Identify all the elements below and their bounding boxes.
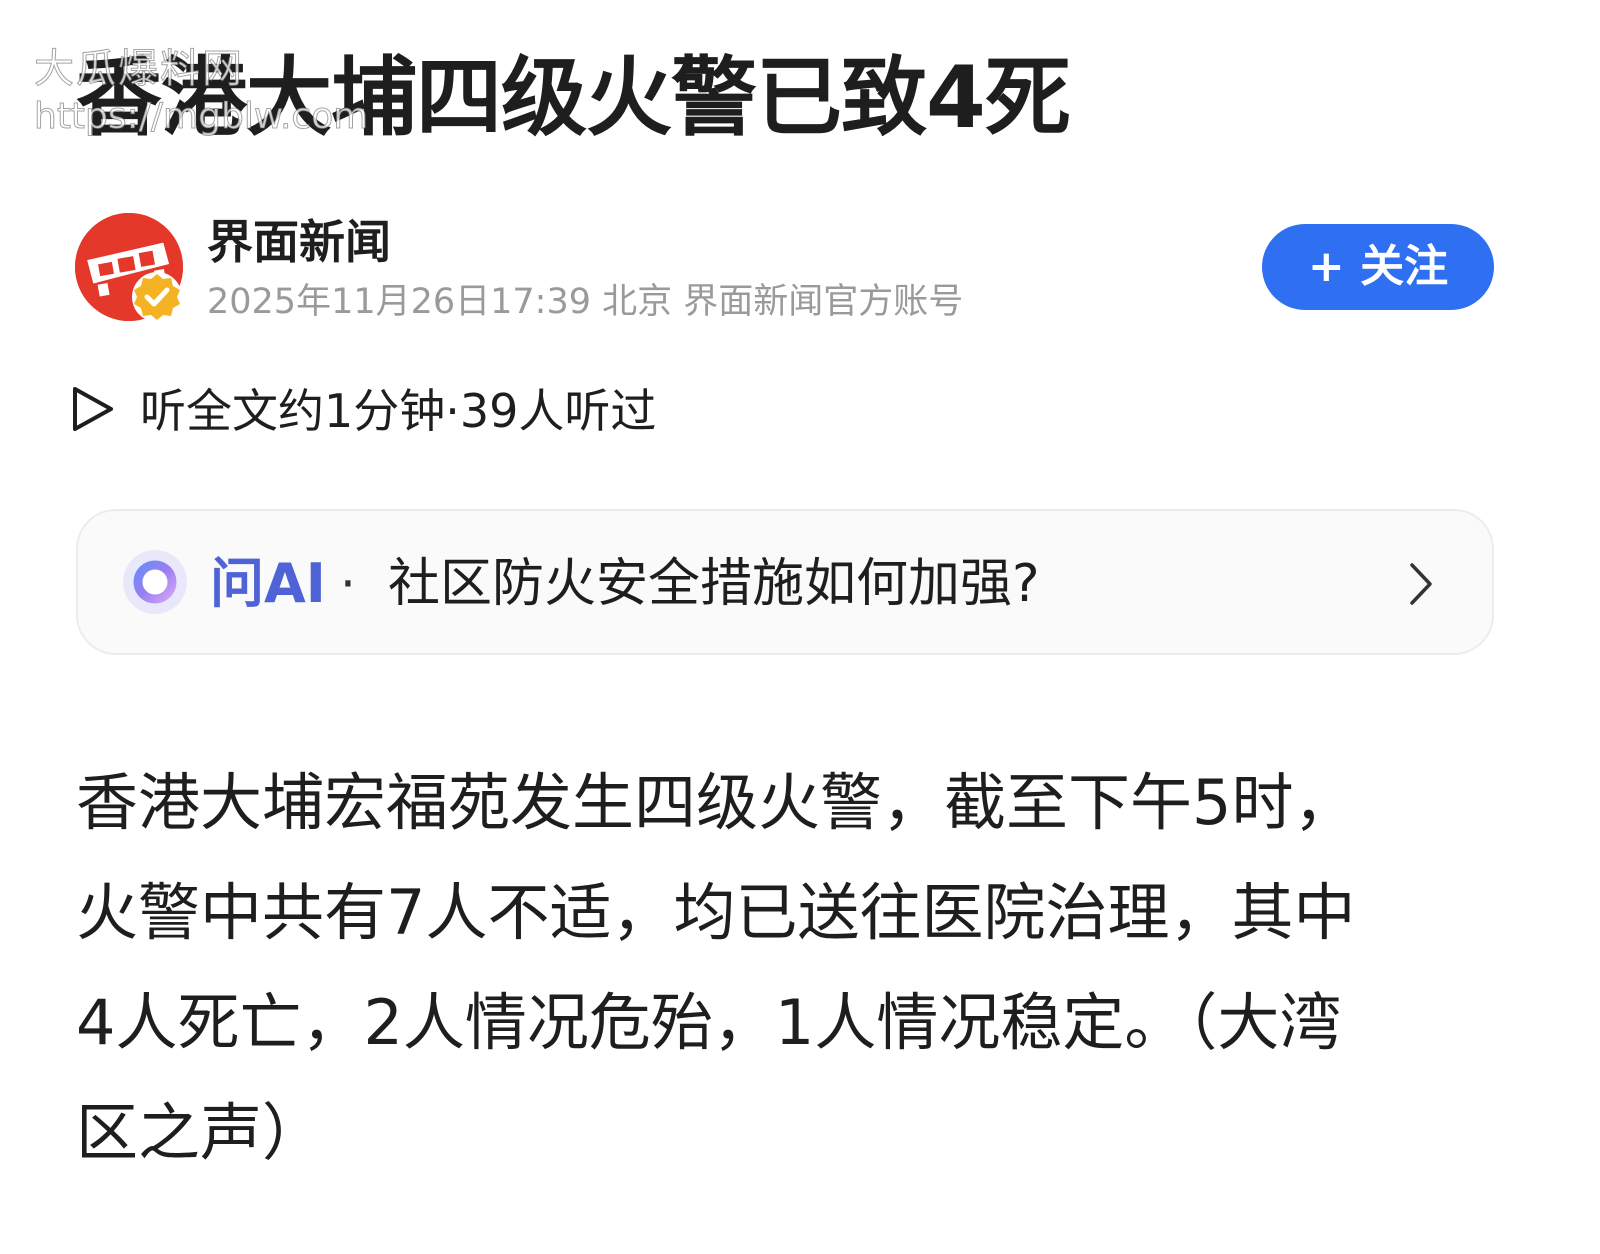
body-line: 4人死亡，2人情况危殆，1人情况稳定。（大湾	[76, 986, 1342, 1059]
body-line: 火警中共有7人不适，均已送往医院治理，其中	[76, 876, 1356, 949]
body-line: 香港大埔宏福苑发生四级火警，截至下午5时，	[76, 766, 1356, 839]
author-meta: 2025年11月26日17:39 北京 界面新闻官方账号	[207, 282, 964, 322]
listen-full-text-label[interactable]: 听全文约1分钟·39人听过	[140, 380, 656, 442]
verified-badge-icon	[130, 270, 184, 324]
play-icon[interactable]	[70, 384, 116, 434]
article-headline: 香港大埔四级火警已致4死	[76, 48, 1071, 148]
ask-ai-question: 社区防火安全措施如何加强?	[388, 554, 1040, 614]
article-body: 香港大埔宏福苑发生四级火警，截至下午5时， 火警中共有7人不适，均已送往医院治理…	[76, 748, 1476, 1188]
ask-ai-card[interactable]: 问AI · 社区防火安全措施如何加强?	[76, 509, 1494, 655]
ask-ai-separator: ·	[340, 555, 356, 613]
ai-ring-icon	[120, 547, 190, 617]
chevron-right-icon	[1406, 559, 1436, 609]
body-line: 区之声）	[76, 1096, 325, 1169]
ask-ai-label: 问AI	[210, 552, 326, 615]
follow-button[interactable]: + 关注	[1262, 224, 1494, 310]
author-name[interactable]: 界面新闻	[207, 212, 391, 272]
